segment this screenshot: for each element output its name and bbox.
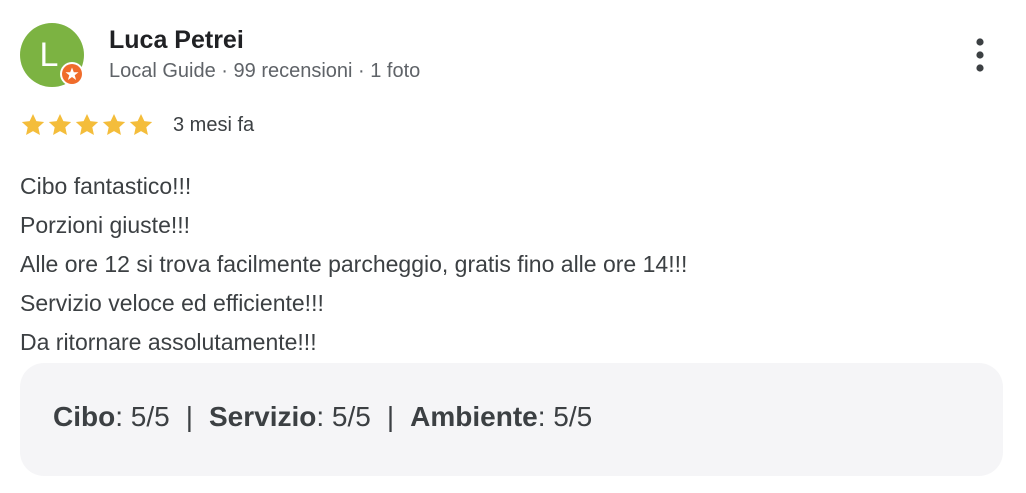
star-icon [129,113,153,135]
rating-label-servizio: Servizio [208,401,317,432]
review-text: Cibo fantastico!!! Porzioni giuste!!! Al… [20,167,980,362]
star-icon [21,113,45,135]
star-icon [75,113,99,135]
reviewer-meta: Local Guide · 99 recensioni · 1 foto [109,60,421,82]
rating-label-cibo: Cibo [53,401,116,432]
rating-value-servizio: : 5/5 [316,401,371,432]
sub-ratings-row: Cibo: 5/5 | Servizio: 5/5 | Ambiente: 5/5 [53,401,592,433]
rating-value-cibo: : 5/5 [115,401,170,432]
star-icon [48,113,72,135]
avatar-initial: L [39,36,59,74]
rating-separator: | [185,401,193,432]
sub-ratings-panel: Cibo: 5/5 | Servizio: 5/5 | Ambiente: 5/5 [20,363,1003,476]
more-vert-icon [976,38,984,72]
review-line: Servizio veloce ed efficiente!!! [20,290,324,316]
review-time: 3 mesi fa [173,114,255,136]
star-icon [102,113,126,135]
review-line: Cibo fantastico!!! [20,173,192,199]
rating-label-ambiente: Ambiente [410,401,538,432]
rating-value-ambiente: : 5/5 [537,401,593,432]
star-rating [20,112,154,140]
local-guide-badge-icon [60,62,84,86]
more-options-button[interactable] [960,32,1000,78]
reviewer-name[interactable]: Luca Petrei [109,26,244,55]
review-line: Alle ore 12 si trova facilmente parchegg… [20,251,688,277]
rating-separator: | [386,401,395,432]
review-line: Porzioni giuste!!! [20,212,191,238]
review-line: Da ritornare assolutamente!!! [20,329,317,355]
